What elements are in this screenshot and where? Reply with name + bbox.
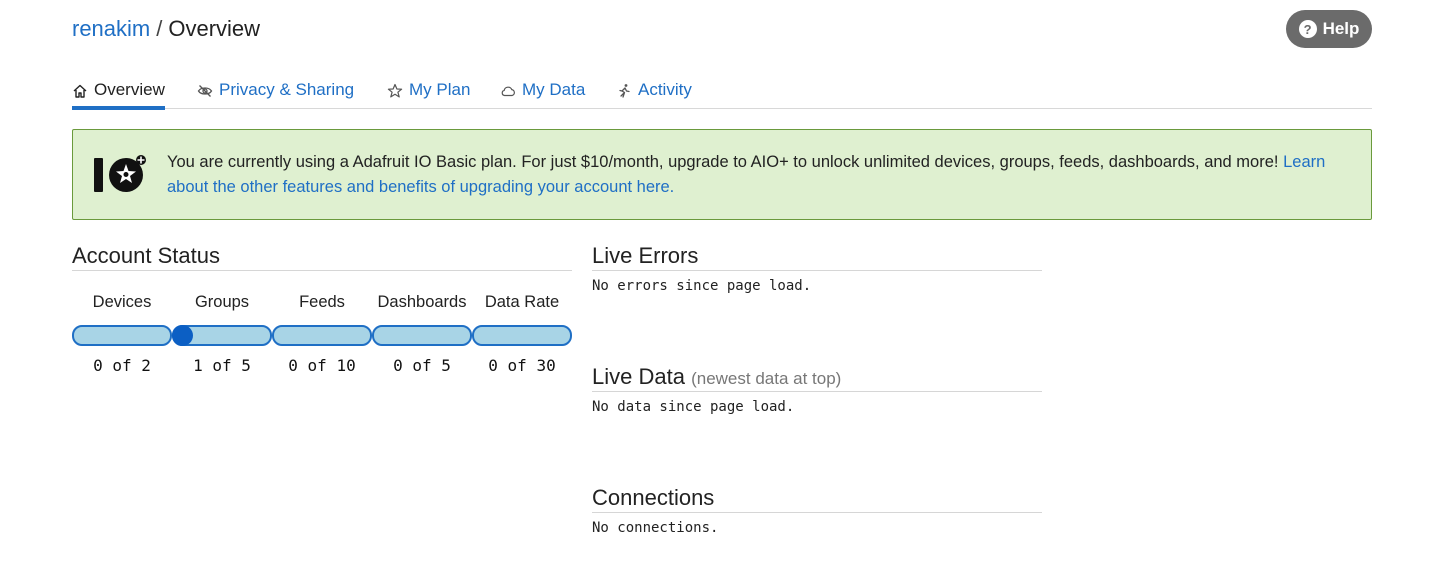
tab-my-plan[interactable]: My Plan xyxy=(387,80,470,108)
live-errors-divider xyxy=(592,270,1042,271)
upgrade-banner-text: You are currently using a Adafruit IO Ba… xyxy=(167,150,1327,200)
breadcrumb-user-link[interactable]: renakim xyxy=(72,16,150,41)
live-data-divider xyxy=(592,391,1042,392)
meter-usage-marker-groups xyxy=(172,325,193,346)
account-status-divider xyxy=(72,270,572,271)
connections-title: Connections xyxy=(592,485,715,510)
meter-value-feeds: 0 of 10 xyxy=(288,356,356,375)
breadcrumb: renakim / Overview xyxy=(72,16,260,42)
running-person-icon xyxy=(619,84,630,98)
page-title: Overview xyxy=(168,16,261,41)
meter-bar-dashboards xyxy=(372,325,472,346)
meter-bar-feeds xyxy=(272,325,372,346)
help-button-label: Help xyxy=(1322,19,1360,38)
meter-label-data-rate: Data Rate xyxy=(484,293,560,311)
star-icon xyxy=(387,83,403,98)
tab-privacy-sharing[interactable]: Privacy & Sharing xyxy=(197,80,354,108)
tab-bar: Overview Privacy & Sharing My Plan My Da… xyxy=(72,78,1372,110)
live-errors-message: No errors since page load. xyxy=(592,278,812,294)
account-status-title: Account Status xyxy=(72,243,220,268)
connections-message: No connections. xyxy=(592,520,719,536)
question-circle-icon: ? xyxy=(1298,20,1317,38)
tab-label: Activity xyxy=(638,80,692,99)
tab-label: Overview xyxy=(94,80,165,99)
adafruit-io-logo xyxy=(93,154,149,201)
tab-label: My Plan xyxy=(409,80,471,99)
help-button[interactable]: ? Help xyxy=(1286,10,1372,48)
tab-label: My Data xyxy=(522,80,586,99)
live-data-title: Live Data (newest data at top) xyxy=(592,364,841,390)
cloud-icon xyxy=(501,86,515,97)
tab-activity[interactable]: Activity xyxy=(616,80,692,108)
tab-my-data[interactable]: My Data xyxy=(500,80,585,108)
meter-value-devices: 0 of 2 xyxy=(93,356,151,375)
live-data-subtitle: (newest data at top) xyxy=(691,369,842,388)
meter-value-groups: 1 of 5 xyxy=(193,356,251,375)
eye-slash-icon xyxy=(197,85,213,97)
meter-label-devices: Devices xyxy=(92,293,152,311)
live-errors-title: Live Errors xyxy=(592,243,699,268)
live-data-heading: Live Data xyxy=(592,364,685,389)
connections-divider xyxy=(592,512,1042,513)
meter-bar-data-rate xyxy=(472,325,572,346)
banner-message: You are currently using a Adafruit IO Ba… xyxy=(167,153,1279,171)
tab-label: Privacy & Sharing xyxy=(219,80,355,99)
upgrade-banner: You are currently using a Adafruit IO Ba… xyxy=(72,129,1372,220)
breadcrumb-separator: / xyxy=(156,16,163,41)
meter-label-feeds: Feeds xyxy=(299,293,345,311)
meter-value-data-rate: 0 of 30 xyxy=(488,356,556,375)
meter-value-dashboards: 0 of 5 xyxy=(393,356,451,375)
meter-label-groups: Groups xyxy=(194,293,250,311)
meter-bar-devices xyxy=(72,325,172,346)
live-data-message: No data since page load. xyxy=(592,399,795,415)
tab-overview[interactable]: Overview xyxy=(72,80,165,110)
home-icon xyxy=(73,84,87,98)
meter-label-dashboards: Dashboards xyxy=(377,293,467,311)
